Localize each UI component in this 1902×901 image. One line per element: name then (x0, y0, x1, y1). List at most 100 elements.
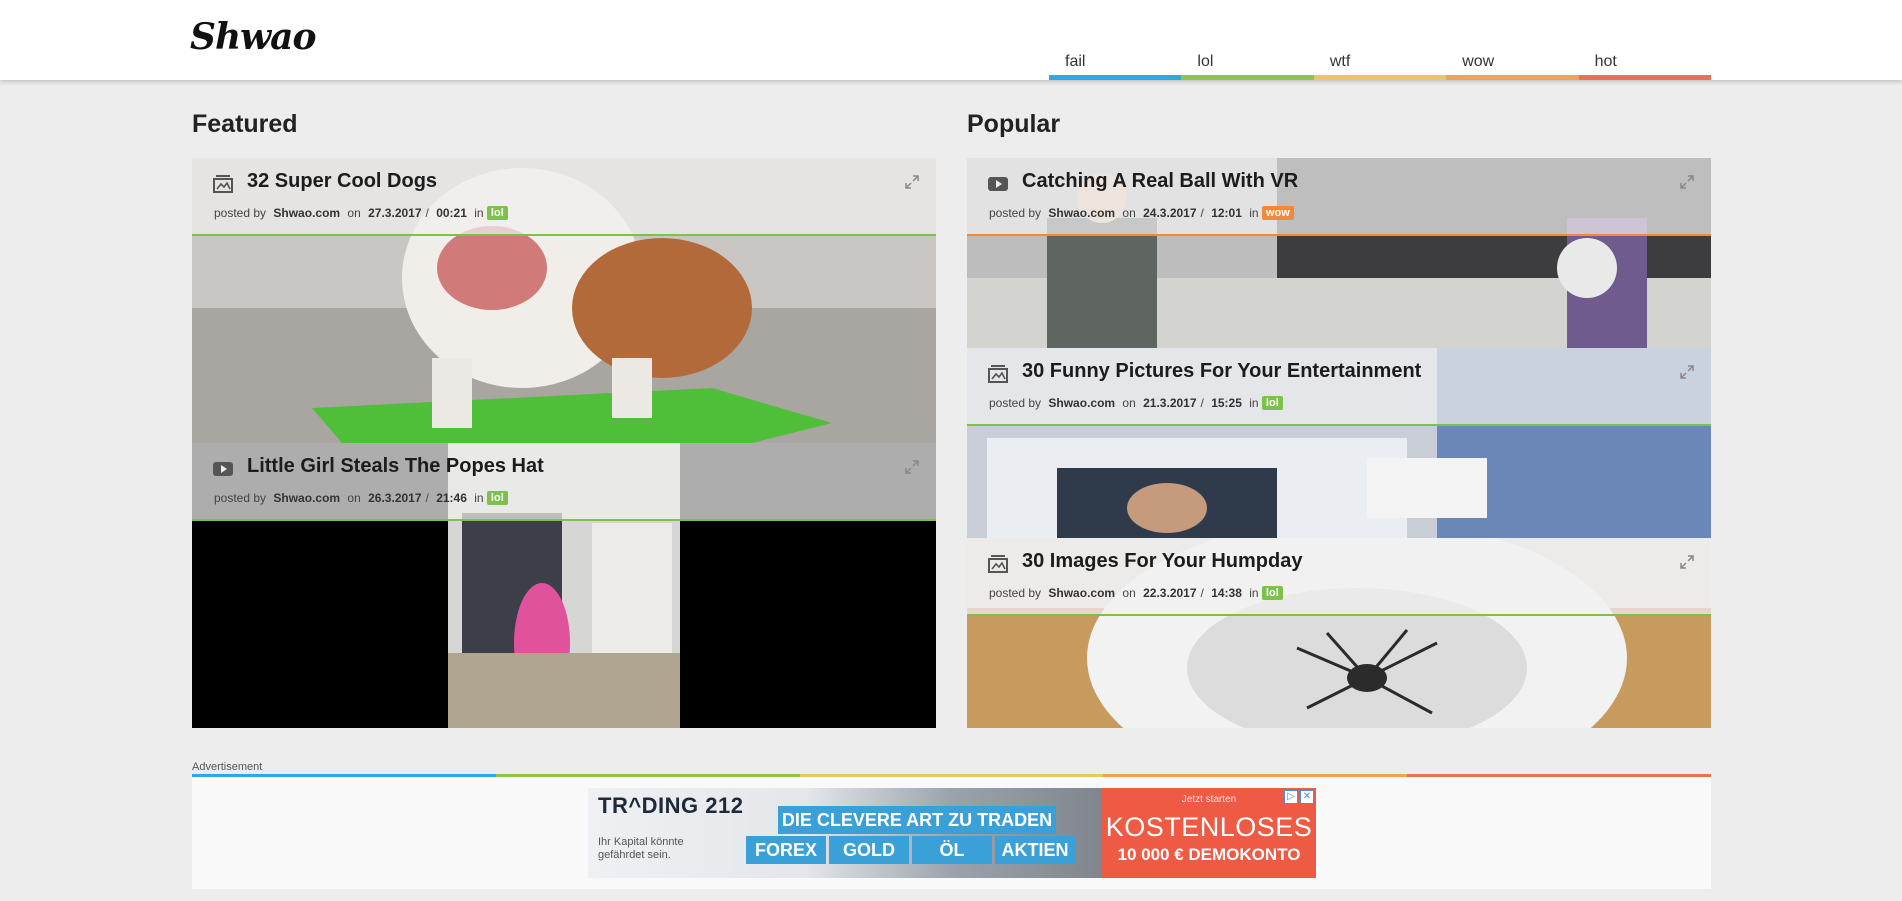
card-title[interactable]: 30 Funny Pictures For Your Entertainment (1022, 360, 1421, 383)
featured-card[interactable]: Little Girl Steals The Popes Hat posted … (192, 443, 936, 728)
nav-item-lol[interactable]: lol (1181, 50, 1314, 80)
card-info-panel: 30 Funny Pictures For Your Entertainment… (967, 348, 1711, 426)
meta-posted-by: posted by (214, 491, 267, 505)
site-logo[interactable]: Shwao (190, 16, 316, 58)
meta-in: in (1249, 586, 1259, 600)
meta-time: 14:38 (1211, 586, 1242, 600)
ad-pill: FOREX (746, 836, 826, 864)
gallery-icon (988, 365, 1008, 383)
expand-icon[interactable] (1679, 554, 1695, 570)
card-meta: posted by Shwao.com on 27.3.2017/ 00:21 … (214, 206, 508, 220)
featured-heading: Featured (192, 110, 298, 138)
meta-in: in (474, 206, 484, 220)
close-icon[interactable]: ✕ (1300, 790, 1314, 804)
meta-posted-by: posted by (214, 206, 267, 220)
popular-card[interactable]: 30 Funny Pictures For Your Entertainment… (967, 348, 1711, 538)
meta-on: on (1122, 396, 1136, 410)
card-meta: posted by Shwao.com on 24.3.2017/ 12:01 … (989, 206, 1294, 220)
gallery-icon (988, 555, 1008, 573)
video-icon (213, 462, 233, 476)
meta-author[interactable]: Shwao.com (273, 206, 340, 220)
nav-color-bar (1446, 75, 1579, 80)
nav-item-fail[interactable]: fail (1049, 50, 1182, 80)
meta-author[interactable]: Shwao.com (1048, 206, 1115, 220)
expand-icon[interactable] (904, 174, 920, 190)
nav-label: hot (1594, 53, 1617, 70)
meta-date: 21.3.2017 (1143, 396, 1197, 410)
popular-heading: Popular (967, 110, 1061, 138)
card-info-panel: 30 Images For Your Humpday posted by Shw… (967, 538, 1711, 616)
meta-date: 22.3.2017 (1143, 586, 1197, 600)
nav-item-wow[interactable]: wow (1446, 50, 1579, 80)
nav-label: fail (1065, 53, 1086, 70)
meta-in: in (1249, 206, 1259, 220)
card-title[interactable]: Catching A Real Ball With VR (1022, 170, 1298, 193)
category-tag[interactable]: lol (1261, 396, 1283, 410)
meta-on: on (1122, 206, 1136, 220)
meta-posted-by: posted by (989, 586, 1042, 600)
gallery-icon (213, 175, 233, 193)
card-info-panel: Little Girl Steals The Popes Hat posted … (192, 443, 936, 521)
nav-color-bar (1049, 75, 1182, 80)
card-info-panel: 32 Super Cool Dogs posted by Shwao.com o… (192, 158, 936, 236)
meta-author[interactable]: Shwao.com (273, 491, 340, 505)
meta-author[interactable]: Shwao.com (1048, 586, 1115, 600)
meta-time: 15:25 (1211, 396, 1242, 410)
ad-banner[interactable]: TR^DING 212 Ihr Kapital könnte gefährdet… (588, 788, 1316, 878)
meta-on: on (347, 206, 361, 220)
card-info-panel: Catching A Real Ball With VR posted by S… (967, 158, 1711, 236)
card-meta: posted by Shwao.com on 26.3.2017/ 21:46 … (214, 491, 508, 505)
expand-icon[interactable] (1679, 174, 1695, 190)
expand-icon[interactable] (1679, 364, 1695, 380)
adchoices[interactable]: ▷ ✕ (1284, 790, 1314, 804)
ad-cta-line1: KOSTENLOSES (1105, 812, 1313, 842)
meta-on: on (1122, 586, 1136, 600)
nav-label: wtf (1329, 53, 1351, 70)
ad-pill: AKTIEN (995, 836, 1075, 864)
nav-color-bar (1181, 75, 1314, 80)
category-tag[interactable]: lol (486, 491, 508, 505)
category-tag[interactable]: lol (486, 206, 508, 220)
card-meta: posted by Shwao.com on 22.3.2017/ 14:38 … (989, 586, 1283, 600)
site-header: Shwao fail lol wtf wow hot (0, 0, 1902, 80)
meta-posted-by: posted by (989, 396, 1042, 410)
meta-time: 12:01 (1211, 206, 1242, 220)
ad-headline: DIE CLEVERE ART ZU TRADEN (778, 806, 1056, 834)
meta-posted-by: posted by (989, 206, 1042, 220)
ad-pill: ÖL (912, 836, 992, 864)
advertisement-label: Advertisement (192, 761, 263, 773)
meta-date: 27.3.2017 (368, 206, 422, 220)
ad-risk-note: Ihr Kapital könnte gefährdet sein. (598, 836, 684, 861)
category-nav: fail lol wtf wow hot (1049, 50, 1712, 80)
card-meta: posted by Shwao.com on 21.3.2017/ 15:25 … (989, 396, 1283, 410)
ad-pills: FOREX GOLD ÖL AKTIEN (746, 836, 1075, 864)
category-tag[interactable]: wow (1261, 206, 1294, 220)
card-title[interactable]: 30 Images For Your Humpday (1022, 550, 1302, 573)
card-title[interactable]: Little Girl Steals The Popes Hat (247, 455, 544, 478)
card-title[interactable]: 32 Super Cool Dogs (247, 170, 437, 193)
meta-time: 21:46 (436, 491, 467, 505)
meta-time: 00:21 (436, 206, 467, 220)
meta-author[interactable]: Shwao.com (1048, 396, 1115, 410)
nav-item-hot[interactable]: hot (1578, 50, 1712, 80)
nav-item-wtf[interactable]: wtf (1313, 50, 1447, 80)
nav-label: wow (1462, 53, 1495, 70)
meta-on: on (347, 491, 361, 505)
adchoices-icon[interactable]: ▷ (1284, 790, 1298, 804)
ad-brand: TR^DING 212 (598, 793, 744, 818)
nav-color-bar (1313, 75, 1447, 80)
meta-in: in (1249, 396, 1259, 410)
category-tag[interactable]: lol (1261, 586, 1283, 600)
meta-in: in (474, 491, 484, 505)
nav-color-bar (1578, 75, 1712, 80)
popular-card[interactable]: Catching A Real Ball With VR posted by S… (967, 158, 1711, 348)
nav-label: lol (1197, 53, 1214, 70)
video-icon (988, 177, 1008, 191)
meta-date: 24.3.2017 (1143, 206, 1197, 220)
featured-card[interactable]: 32 Super Cool Dogs posted by Shwao.com o… (192, 158, 936, 443)
popular-card[interactable]: 30 Images For Your Humpday posted by Shw… (967, 538, 1711, 728)
expand-icon[interactable] (904, 459, 920, 475)
ad-pill: GOLD (829, 836, 909, 864)
meta-date: 26.3.2017 (368, 491, 422, 505)
ad-cta-line2: 10 000 € DEMOKONTO (1117, 845, 1301, 864)
